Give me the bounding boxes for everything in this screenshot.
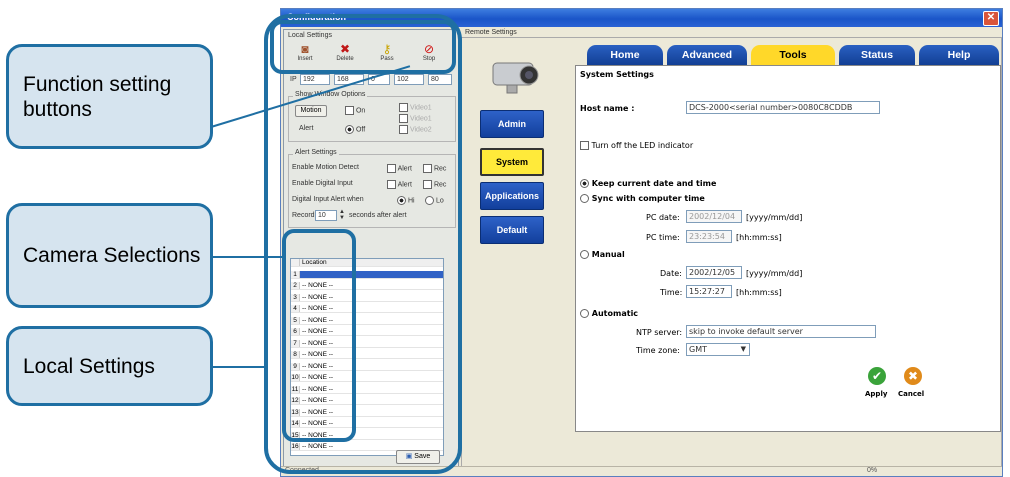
time-input[interactable]: 15:27:27 xyxy=(686,285,732,298)
nav-applications-button[interactable]: Applications xyxy=(480,182,544,210)
host-name-label: Host name : xyxy=(580,104,635,113)
callout-text: Local Settings xyxy=(23,354,155,378)
led-option[interactable]: Turn off the LED indicator xyxy=(580,141,693,150)
callout-camera-selections: Camera Selections xyxy=(6,203,213,308)
automatic-radio[interactable] xyxy=(580,309,589,318)
nav-default-button[interactable]: Default xyxy=(480,216,544,244)
tab-status[interactable]: Status xyxy=(839,45,915,65)
cancel-label[interactable]: Cancel xyxy=(898,390,924,398)
ntp-server-label: NTP server: xyxy=(636,328,683,337)
page-title: System Settings xyxy=(580,70,654,79)
date-input[interactable]: 2002/12/05 xyxy=(686,266,742,279)
leader-local xyxy=(211,366,267,368)
callout-text: Camera Selections xyxy=(23,244,201,267)
time-zone-label: Time zone: xyxy=(636,346,680,355)
time-format: [hh:mm:ss] xyxy=(736,288,782,297)
manual-option[interactable]: Manual xyxy=(580,250,625,259)
pc-time-input[interactable]: 23:23:54 xyxy=(686,230,732,243)
pc-date-label: PC date: xyxy=(646,213,680,222)
keep-time-radio[interactable] xyxy=(580,179,589,188)
pc-time-format: [hh:mm:ss] xyxy=(736,233,782,242)
tab-help[interactable]: Help xyxy=(919,45,999,65)
callout-text: Function setting buttons xyxy=(23,72,172,121)
nav-system-button[interactable]: System xyxy=(480,148,544,176)
led-checkbox[interactable] xyxy=(580,141,589,150)
sync-time-radio[interactable] xyxy=(580,194,589,203)
camera-image xyxy=(487,53,543,97)
system-settings-content: System Settings Host name : DCS-2000<ser… xyxy=(575,65,1001,432)
close-icon[interactable]: ✕ xyxy=(983,11,999,26)
manual-radio[interactable] xyxy=(580,250,589,259)
tab-advanced[interactable]: Advanced xyxy=(667,45,747,65)
date-label: Date: xyxy=(660,269,682,278)
pc-time-label: PC time: xyxy=(646,233,680,242)
host-name-input[interactable]: DCS-2000<serial number>0080C8CDDB xyxy=(686,101,880,114)
leader-camera xyxy=(211,256,283,258)
apply-icon[interactable]: ✔ xyxy=(868,367,886,385)
pc-date-input[interactable]: 2002/12/04 xyxy=(686,210,742,223)
time-zone-select[interactable]: GMT ▼ xyxy=(686,343,750,356)
status-progress: 0% xyxy=(867,467,878,474)
callout-function-setting-buttons: Function setting buttons xyxy=(6,44,213,149)
tab-tools[interactable]: Tools xyxy=(751,45,835,65)
remote-settings-label: Remote Settings xyxy=(465,29,517,36)
callout-local-settings: Local Settings xyxy=(6,326,213,406)
cancel-icon[interactable]: ✖ xyxy=(904,367,922,385)
date-format: [yyyy/mm/dd] xyxy=(746,269,803,278)
highlight-local-settings xyxy=(264,14,462,474)
ntp-server-input[interactable]: skip to invoke default server xyxy=(686,325,876,338)
automatic-option[interactable]: Automatic xyxy=(580,309,638,318)
pc-date-format: [yyyy/mm/dd] xyxy=(746,213,803,222)
tab-home[interactable]: Home xyxy=(587,45,663,65)
time-label: Time: xyxy=(660,288,683,297)
keep-time-option[interactable]: Keep current date and time xyxy=(580,179,716,188)
tab-bar: Home Advanced Tools Status Help xyxy=(575,45,1001,65)
nav-admin-button[interactable]: Admin xyxy=(480,110,544,138)
apply-label[interactable]: Apply xyxy=(865,390,887,398)
chevron-down-icon: ▼ xyxy=(740,345,746,353)
sync-time-option[interactable]: Sync with computer time xyxy=(580,194,705,203)
